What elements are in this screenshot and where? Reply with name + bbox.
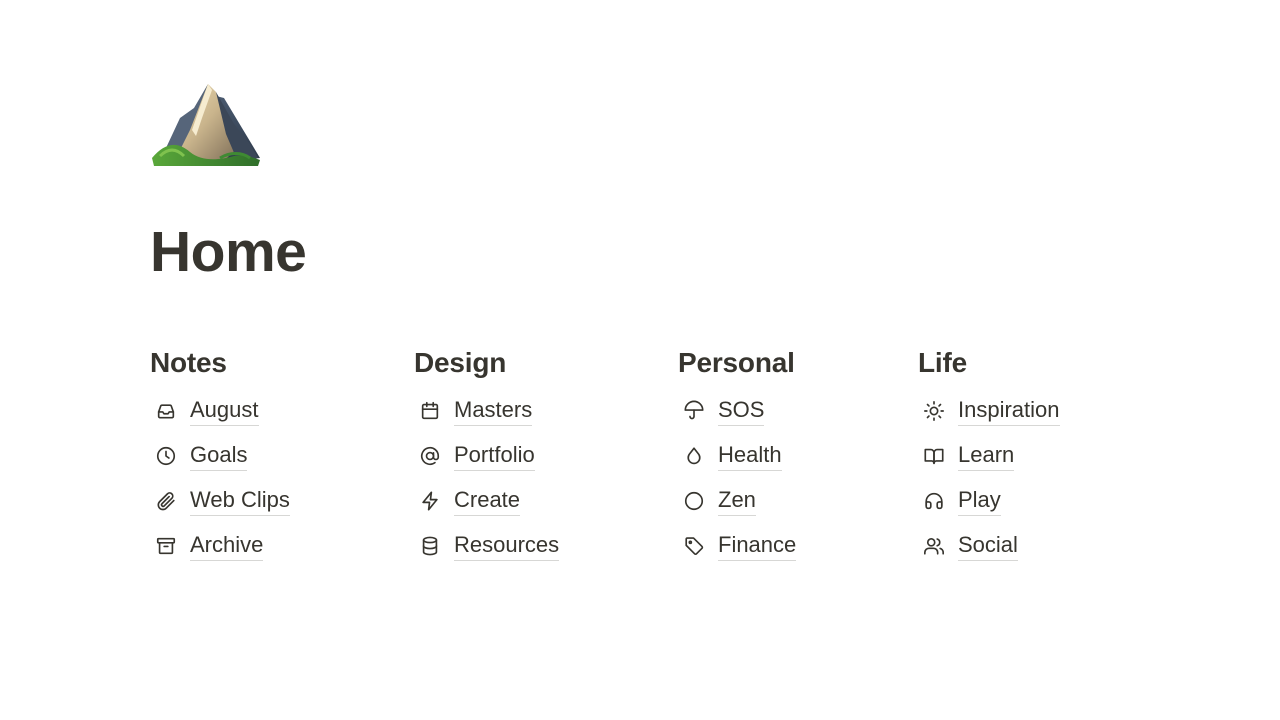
paperclip-icon (154, 489, 178, 513)
link-label[interactable]: Portfolio (454, 441, 535, 471)
link-label[interactable]: Archive (190, 531, 264, 561)
archive-icon (154, 534, 178, 558)
link-portfolio[interactable]: Portfolio (414, 433, 559, 478)
tag-icon (682, 534, 706, 558)
link-label[interactable]: Web Clips (190, 486, 290, 516)
column-personal: Personal SOS Health Zen Finance (678, 344, 797, 568)
link-label[interactable]: Create (454, 486, 521, 516)
link-finance[interactable]: Finance (678, 523, 797, 568)
link-learn[interactable]: Learn (918, 433, 1060, 478)
page: Home Notes August Goals Web Clips Archiv… (0, 0, 1280, 720)
book-open-icon (922, 444, 946, 468)
link-resources[interactable]: Resources (414, 523, 560, 568)
users-icon (922, 534, 946, 558)
column-heading: Personal (678, 347, 795, 378)
link-sos[interactable]: SOS (678, 388, 796, 433)
link-inspiration[interactable]: Inspiration (918, 388, 1060, 433)
link-label[interactable]: Inspiration (958, 396, 1060, 426)
link-play[interactable]: Play (918, 478, 1060, 523)
at-sign-icon (418, 444, 442, 468)
calendar-icon (418, 399, 442, 423)
page-icon-mountain[interactable] (150, 78, 262, 168)
link-label[interactable]: Health (718, 441, 782, 471)
link-label[interactable]: Zen (718, 486, 756, 516)
link-social[interactable]: Social (918, 523, 1060, 568)
link-label[interactable]: Social (958, 531, 1018, 561)
clock-icon (154, 444, 178, 468)
column-heading: Life (918, 347, 967, 378)
link-zen[interactable]: Zen (678, 478, 796, 523)
link-label[interactable]: Learn (958, 441, 1015, 471)
column-heading: Design (414, 347, 507, 378)
column-heading: Notes (150, 347, 227, 378)
sun-icon (922, 399, 946, 423)
link-masters[interactable]: Masters (414, 388, 559, 433)
column-notes: Notes August Goals Web Clips Archive (150, 344, 290, 568)
column-design: Design Masters Portfolio Create Resource… (414, 344, 560, 568)
link-label[interactable]: Goals (190, 441, 248, 471)
link-august[interactable]: August (150, 388, 290, 433)
headphones-icon (922, 489, 946, 513)
link-label[interactable]: August (190, 396, 259, 426)
column-life: Life Inspiration Learn Play Social (918, 344, 1060, 568)
link-label[interactable]: Play (958, 486, 1001, 516)
database-icon (418, 534, 442, 558)
mountain-icon (152, 84, 260, 166)
link-web-clips[interactable]: Web Clips (150, 478, 290, 523)
droplet-icon (682, 444, 706, 468)
link-label[interactable]: Masters (454, 396, 533, 426)
lightning-icon (418, 489, 442, 513)
circle-icon (682, 489, 706, 513)
link-goals[interactable]: Goals (150, 433, 290, 478)
inbox-icon (154, 399, 178, 423)
link-create[interactable]: Create (414, 478, 559, 523)
link-health[interactable]: Health (678, 433, 796, 478)
link-label[interactable]: SOS (718, 396, 765, 426)
umbrella-icon (682, 399, 706, 423)
link-label[interactable]: Resources (454, 531, 560, 561)
link-label[interactable]: Finance (718, 531, 797, 561)
link-archive[interactable]: Archive (150, 523, 290, 568)
page-title: Home (150, 220, 307, 284)
